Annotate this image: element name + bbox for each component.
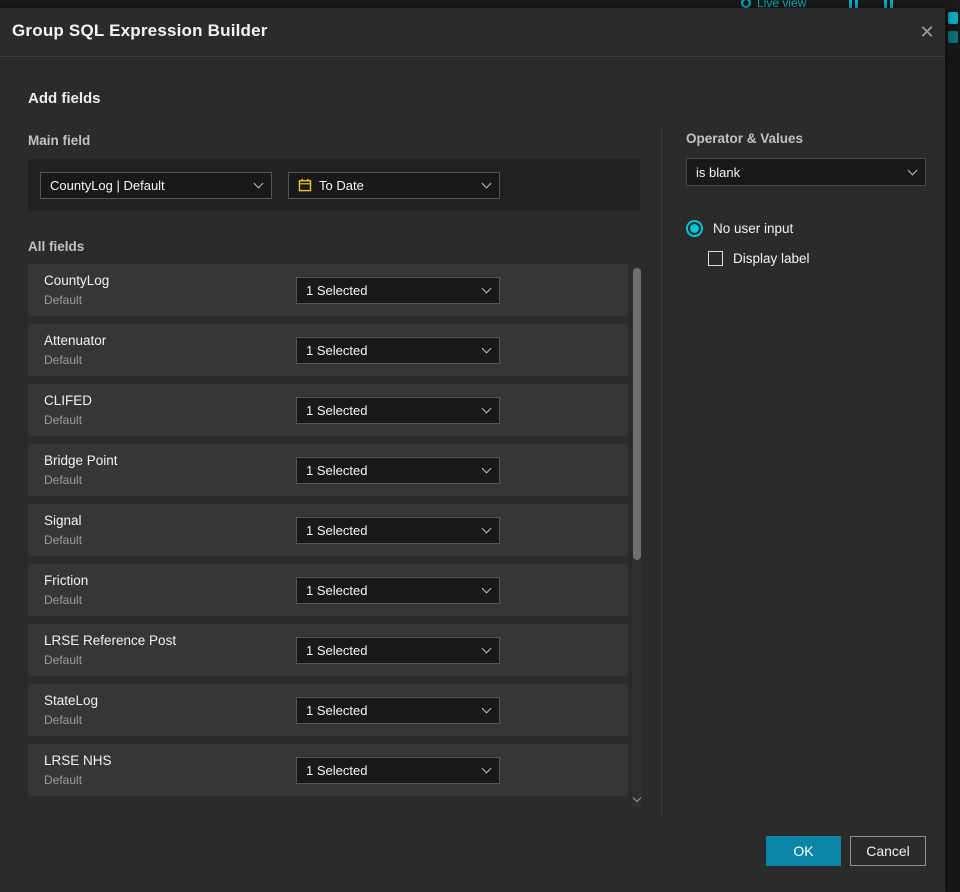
field-row: LRSE Reference Post Default 1 Selected [28, 624, 628, 676]
chevron-down-icon [907, 165, 918, 175]
add-fields-heading: Add fields [28, 90, 101, 107]
field-selected-value: 1 Selected [306, 343, 368, 358]
field-row: Friction Default 1 Selected [28, 564, 628, 616]
field-subtitle: Default [44, 413, 83, 427]
field-name: LRSE Reference Post [44, 633, 177, 648]
live-view-indicator: Live view [741, 0, 806, 8]
field-row: Bridge Point Default 1 Selected [28, 444, 628, 496]
chevron-down-icon [481, 583, 492, 594]
field-selected-value: 1 Selected [306, 703, 368, 718]
field-selected-dropdown[interactable]: 1 Selected [296, 637, 500, 664]
field-selected-value: 1 Selected [306, 583, 368, 598]
field-row: CountyLog Default 1 Selected [28, 264, 628, 316]
dialog-title: Group SQL Expression Builder [12, 21, 268, 40]
chevron-down-icon [481, 643, 492, 654]
field-row: LRSE NHS Default 1 Selected [28, 744, 628, 796]
field-selected-value: 1 Selected [306, 763, 368, 778]
field-subtitle: Default [44, 533, 83, 547]
header-divider [0, 56, 945, 57]
cancel-button[interactable]: Cancel [850, 836, 926, 866]
chevron-down-icon [253, 178, 264, 188]
panel-divider [661, 128, 662, 816]
field-name: Signal [44, 513, 82, 528]
field-name: Bridge Point [44, 453, 118, 468]
display-label-checkbox[interactable]: Display label [708, 251, 810, 266]
field-name: StateLog [44, 693, 99, 708]
field-selected-value: 1 Selected [306, 643, 368, 658]
field-row: StateLog Default 1 Selected [28, 684, 628, 736]
pause-icon [849, 0, 858, 8]
live-view-icon [741, 0, 751, 8]
checkbox-icon[interactable] [708, 251, 723, 266]
field-selected-dropdown[interactable]: 1 Selected [296, 397, 500, 424]
operator-dropdown[interactable]: is blank [686, 158, 926, 186]
field-row: Attenuator Default 1 Selected [28, 324, 628, 376]
field-subtitle: Default [44, 293, 83, 307]
chevron-down-icon [481, 523, 492, 534]
scrollbar-thumb[interactable] [633, 268, 641, 560]
field-subtitle: Default [44, 713, 83, 727]
field-row: CLIFED Default 1 Selected [28, 384, 628, 436]
calendar-icon [298, 178, 312, 192]
fields-scrollbar[interactable] [632, 266, 642, 806]
pause-icon [884, 0, 893, 8]
no-user-input-radio[interactable]: No user input [686, 220, 793, 237]
field-name: CountyLog [44, 273, 110, 288]
field-subtitle: Default [44, 653, 83, 667]
scrollbar-down-arrow-icon[interactable] [632, 793, 642, 803]
chevron-down-icon [481, 178, 492, 188]
main-field-dropdown[interactable]: CountyLog | Default [40, 171, 272, 199]
chevron-down-icon [481, 703, 492, 714]
field-selected-dropdown[interactable]: 1 Selected [296, 457, 500, 484]
chevron-down-icon [481, 343, 492, 354]
field-selected-value: 1 Selected [306, 523, 368, 538]
field-selected-value: 1 Selected [306, 463, 368, 478]
no-user-input-label: No user input [713, 221, 794, 236]
operator-dropdown-value: is blank [696, 164, 741, 180]
field-selected-dropdown[interactable]: 1 Selected [296, 517, 500, 544]
field-name: LRSE NHS [44, 753, 112, 768]
ok-button[interactable]: OK [766, 836, 841, 866]
field-name: Friction [44, 573, 89, 588]
live-view-label: Live view [757, 0, 807, 8]
field-selected-value: 1 Selected [306, 403, 368, 418]
close-icon[interactable]: ✕ [915, 20, 939, 44]
main-field-container: CountyLog | Default To Date [28, 159, 640, 211]
main-field-label: Main field [28, 133, 91, 148]
toolbar-icon-fragment [948, 12, 958, 24]
app-background-right [945, 8, 960, 892]
field-subtitle: Default [44, 353, 83, 367]
field-selected-dropdown[interactable]: 1 Selected [296, 697, 500, 724]
field-name: Attenuator [44, 333, 107, 348]
field-selected-dropdown[interactable]: 1 Selected [296, 277, 500, 304]
field-name: CLIFED [44, 393, 93, 408]
operator-values-heading: Operator & Values [686, 131, 804, 146]
date-field-dropdown-value: To Date [319, 177, 364, 193]
chevron-down-icon [481, 763, 492, 774]
field-subtitle: Default [44, 593, 83, 607]
chevron-down-icon [481, 463, 492, 474]
all-fields-list: CountyLog Default 1 Selected Attenuator … [28, 264, 628, 804]
field-subtitle: Default [44, 473, 83, 487]
group-sql-expression-builder-dialog: Group SQL Expression Builder ✕ Add field… [0, 8, 945, 892]
field-selected-dropdown[interactable]: 1 Selected [296, 337, 500, 364]
field-selected-dropdown[interactable]: 1 Selected [296, 577, 500, 604]
field-selected-dropdown[interactable]: 1 Selected [296, 757, 500, 784]
main-field-dropdown-value: CountyLog | Default [50, 177, 165, 193]
field-selected-value: 1 Selected [306, 283, 368, 298]
chevron-down-icon [481, 283, 492, 294]
field-row: Signal Default 1 Selected [28, 504, 628, 556]
field-subtitle: Default [44, 773, 83, 787]
toolbar-icon-fragment [948, 31, 958, 43]
display-label-text: Display label [733, 251, 810, 266]
app-background-top: Live view [0, 0, 960, 8]
radio-icon[interactable] [686, 220, 703, 237]
chevron-down-icon [481, 403, 492, 414]
date-field-dropdown[interactable]: To Date [288, 171, 500, 199]
all-fields-label: All fields [28, 239, 85, 254]
